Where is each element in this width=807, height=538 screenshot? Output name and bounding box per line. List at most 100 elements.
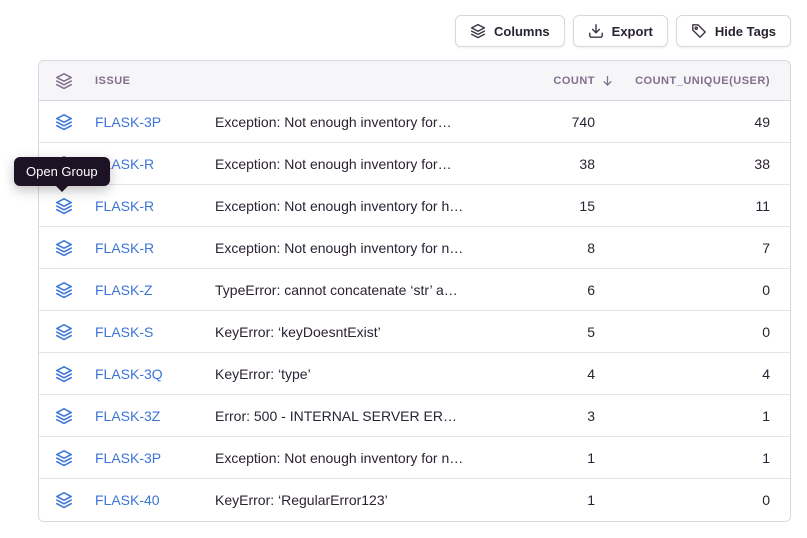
count-column-header[interactable]: COUNT — [465, 75, 595, 87]
row-icon-cell — [55, 197, 95, 215]
table-row: FLASK-3P Exception: Not enough inventory… — [39, 437, 790, 479]
count-value: 38 — [465, 156, 595, 172]
open-group-tooltip-label: Open Group — [26, 164, 98, 179]
issue-cell: FLASK-3P — [95, 114, 215, 130]
issue-link[interactable]: FLASK-40 — [95, 492, 160, 508]
count-value: 15 — [465, 198, 595, 214]
table-row: FLASK-R Exception: Not enough inventory … — [39, 185, 790, 227]
table-row: FLASK-40 KeyError: ‘RegularError123’ 1 0 — [39, 479, 790, 521]
row-icon-cell — [55, 239, 95, 257]
row-icon-cell — [55, 365, 95, 383]
issue-link[interactable]: FLASK-3P — [95, 450, 161, 466]
stack-icon[interactable] — [55, 113, 73, 131]
issue-title: Exception: Not enough inventory for n… — [215, 240, 465, 256]
table-row: FLASK-3Z Error: 500 - INTERNAL SERVER ER… — [39, 395, 790, 437]
count-unique-value: 0 — [595, 324, 770, 340]
hide-tags-button[interactable]: Hide Tags — [676, 15, 791, 47]
count-unique-value: 11 — [595, 198, 770, 214]
issues-table: ISSUE COUNT COUNT_UNIQUE(USER) FLASK-3P … — [38, 60, 791, 522]
issue-cell: FLASK-R — [95, 240, 215, 256]
stack-icon — [470, 23, 486, 39]
table-row: FLASK-Z TypeError: cannot concatenate ‘s… — [39, 269, 790, 311]
issue-cell: FLASK-3Z — [95, 408, 215, 424]
row-icon-cell — [55, 323, 95, 341]
stack-icon[interactable] — [55, 407, 73, 425]
count-unique-column-header-label: COUNT_UNIQUE(USER) — [635, 75, 770, 87]
issue-title: Exception: Not enough inventory for… — [215, 114, 465, 130]
count-value: 5 — [465, 324, 595, 340]
stack-icon[interactable] — [55, 239, 73, 257]
table-row: FLASK-R Exception: Not enough inventory … — [39, 227, 790, 269]
issue-column-header: ISSUE — [95, 75, 215, 87]
count-value: 4 — [465, 366, 595, 382]
columns-button[interactable]: Columns — [455, 15, 565, 47]
count-value: 740 — [465, 114, 595, 130]
count-unique-value: 38 — [595, 156, 770, 172]
row-icon-cell — [55, 407, 95, 425]
count-value: 3 — [465, 408, 595, 424]
issue-link[interactable]: FLASK-3Z — [95, 408, 160, 424]
issue-link[interactable]: FLASK-R — [95, 240, 154, 256]
stack-icon[interactable] — [55, 281, 73, 299]
count-value: 1 — [465, 492, 595, 508]
count-value: 1 — [465, 450, 595, 466]
stack-icon — [55, 72, 73, 90]
issue-title: Exception: Not enough inventory for… — [215, 156, 465, 172]
header-icon-cell — [55, 72, 95, 90]
count-unique-column-header[interactable]: COUNT_UNIQUE(USER) — [595, 75, 770, 87]
count-unique-value: 49 — [595, 114, 770, 130]
issue-column-header-label: ISSUE — [95, 75, 131, 87]
count-unique-value: 7 — [595, 240, 770, 256]
columns-button-label: Columns — [494, 24, 550, 39]
issue-title: Exception: Not enough inventory for h… — [215, 198, 465, 214]
issue-cell: FLASK-S — [95, 324, 215, 340]
table-row: FLASK-3P Exception: Not enough inventory… — [39, 101, 790, 143]
row-icon-cell — [55, 281, 95, 299]
stack-icon[interactable] — [55, 365, 73, 383]
count-column-header-label: COUNT — [553, 75, 595, 87]
issue-link[interactable]: FLASK-S — [95, 324, 153, 340]
issue-cell: FLASK-40 — [95, 492, 215, 508]
issue-link[interactable]: FLASK-3Q — [95, 366, 163, 382]
row-icon-cell — [55, 449, 95, 467]
count-unique-value: 0 — [595, 282, 770, 298]
row-icon-cell — [55, 113, 95, 131]
stack-icon[interactable] — [55, 323, 73, 341]
issue-title: KeyError: ‘type’ — [215, 366, 465, 382]
stack-icon[interactable] — [55, 491, 73, 509]
table-row: FLASK-R Exception: Not enough inventory … — [39, 143, 790, 185]
count-unique-value: 1 — [595, 408, 770, 424]
toolbar: Columns Export Hide Tags — [0, 0, 807, 47]
count-unique-value: 0 — [595, 492, 770, 508]
count-unique-value: 4 — [595, 366, 770, 382]
count-value: 8 — [465, 240, 595, 256]
export-button[interactable]: Export — [573, 15, 668, 47]
sort-descending-icon — [601, 74, 614, 87]
issue-cell: FLASK-R — [95, 198, 215, 214]
issue-title: Error: 500 - INTERNAL SERVER ERROR — [215, 408, 465, 424]
issue-cell: FLASK-Z — [95, 282, 215, 298]
issue-title: Exception: Not enough inventory for n… — [215, 450, 465, 466]
tag-icon — [691, 23, 707, 39]
issue-cell: FLASK-3P — [95, 450, 215, 466]
count-value: 6 — [465, 282, 595, 298]
issue-cell: FLASK-R — [95, 156, 215, 172]
issue-link[interactable]: FLASK-R — [95, 198, 154, 214]
stack-icon[interactable] — [55, 449, 73, 467]
table-row: FLASK-S KeyError: ‘keyDoesntExist’ 5 0 — [39, 311, 790, 353]
table-body: FLASK-3P Exception: Not enough inventory… — [39, 101, 790, 521]
export-button-label: Export — [612, 24, 653, 39]
download-icon — [588, 23, 604, 39]
open-group-tooltip: Open Group — [14, 157, 110, 186]
issue-link[interactable]: FLASK-Z — [95, 282, 153, 298]
issue-cell: FLASK-3Q — [95, 366, 215, 382]
row-icon-cell — [55, 491, 95, 509]
table-header: ISSUE COUNT COUNT_UNIQUE(USER) — [39, 61, 790, 101]
issue-title: KeyError: ‘keyDoesntExist’ — [215, 324, 465, 340]
count-unique-value: 1 — [595, 450, 770, 466]
stack-icon[interactable] — [55, 197, 73, 215]
hide-tags-button-label: Hide Tags — [715, 24, 776, 39]
table-row: FLASK-3Q KeyError: ‘type’ 4 4 — [39, 353, 790, 395]
issue-title: TypeError: cannot concatenate ‘str’ an… — [215, 282, 465, 298]
issue-link[interactable]: FLASK-3P — [95, 114, 161, 130]
